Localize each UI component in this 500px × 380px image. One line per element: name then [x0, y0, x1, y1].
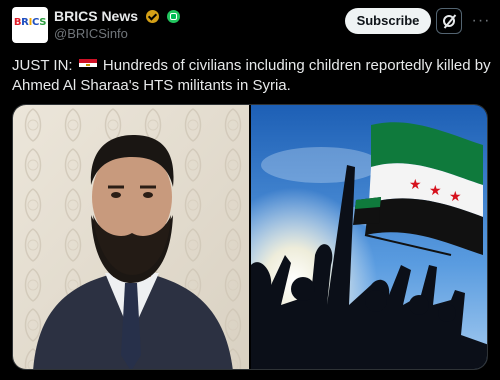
svg-text:★: ★ [449, 189, 462, 205]
name-row: BRICS News [54, 8, 180, 26]
media-grid[interactable]: ★ ★ ★ [12, 104, 488, 370]
grok-icon[interactable] [436, 8, 462, 34]
verified-badge-icon [146, 10, 160, 23]
svg-text:★: ★ [409, 177, 422, 193]
avatar[interactable]: BRICS [12, 7, 48, 43]
avatar-logo-text: BRICS [13, 17, 47, 28]
svg-text:★: ★ [429, 183, 442, 199]
subscribe-button[interactable]: Subscribe [345, 8, 431, 34]
user-handle[interactable]: @BRICSinfo [54, 26, 128, 41]
syria-flag-icon [78, 59, 97, 71]
more-options-button[interactable]: ··· [470, 8, 492, 34]
post-prefix: JUST IN: [12, 57, 73, 74]
crowd-flag-photo[interactable]: ★ ★ ★ [251, 105, 488, 370]
post-text: JUST IN: Hundreds of civilians including… [12, 56, 492, 96]
affiliate-badge-icon [166, 10, 180, 23]
display-name[interactable]: BRICS News [54, 8, 138, 24]
post-header: BRICS BRICS News @BRICSinfo Subscribe ··… [0, 0, 500, 52]
portrait-photo[interactable] [13, 105, 249, 370]
